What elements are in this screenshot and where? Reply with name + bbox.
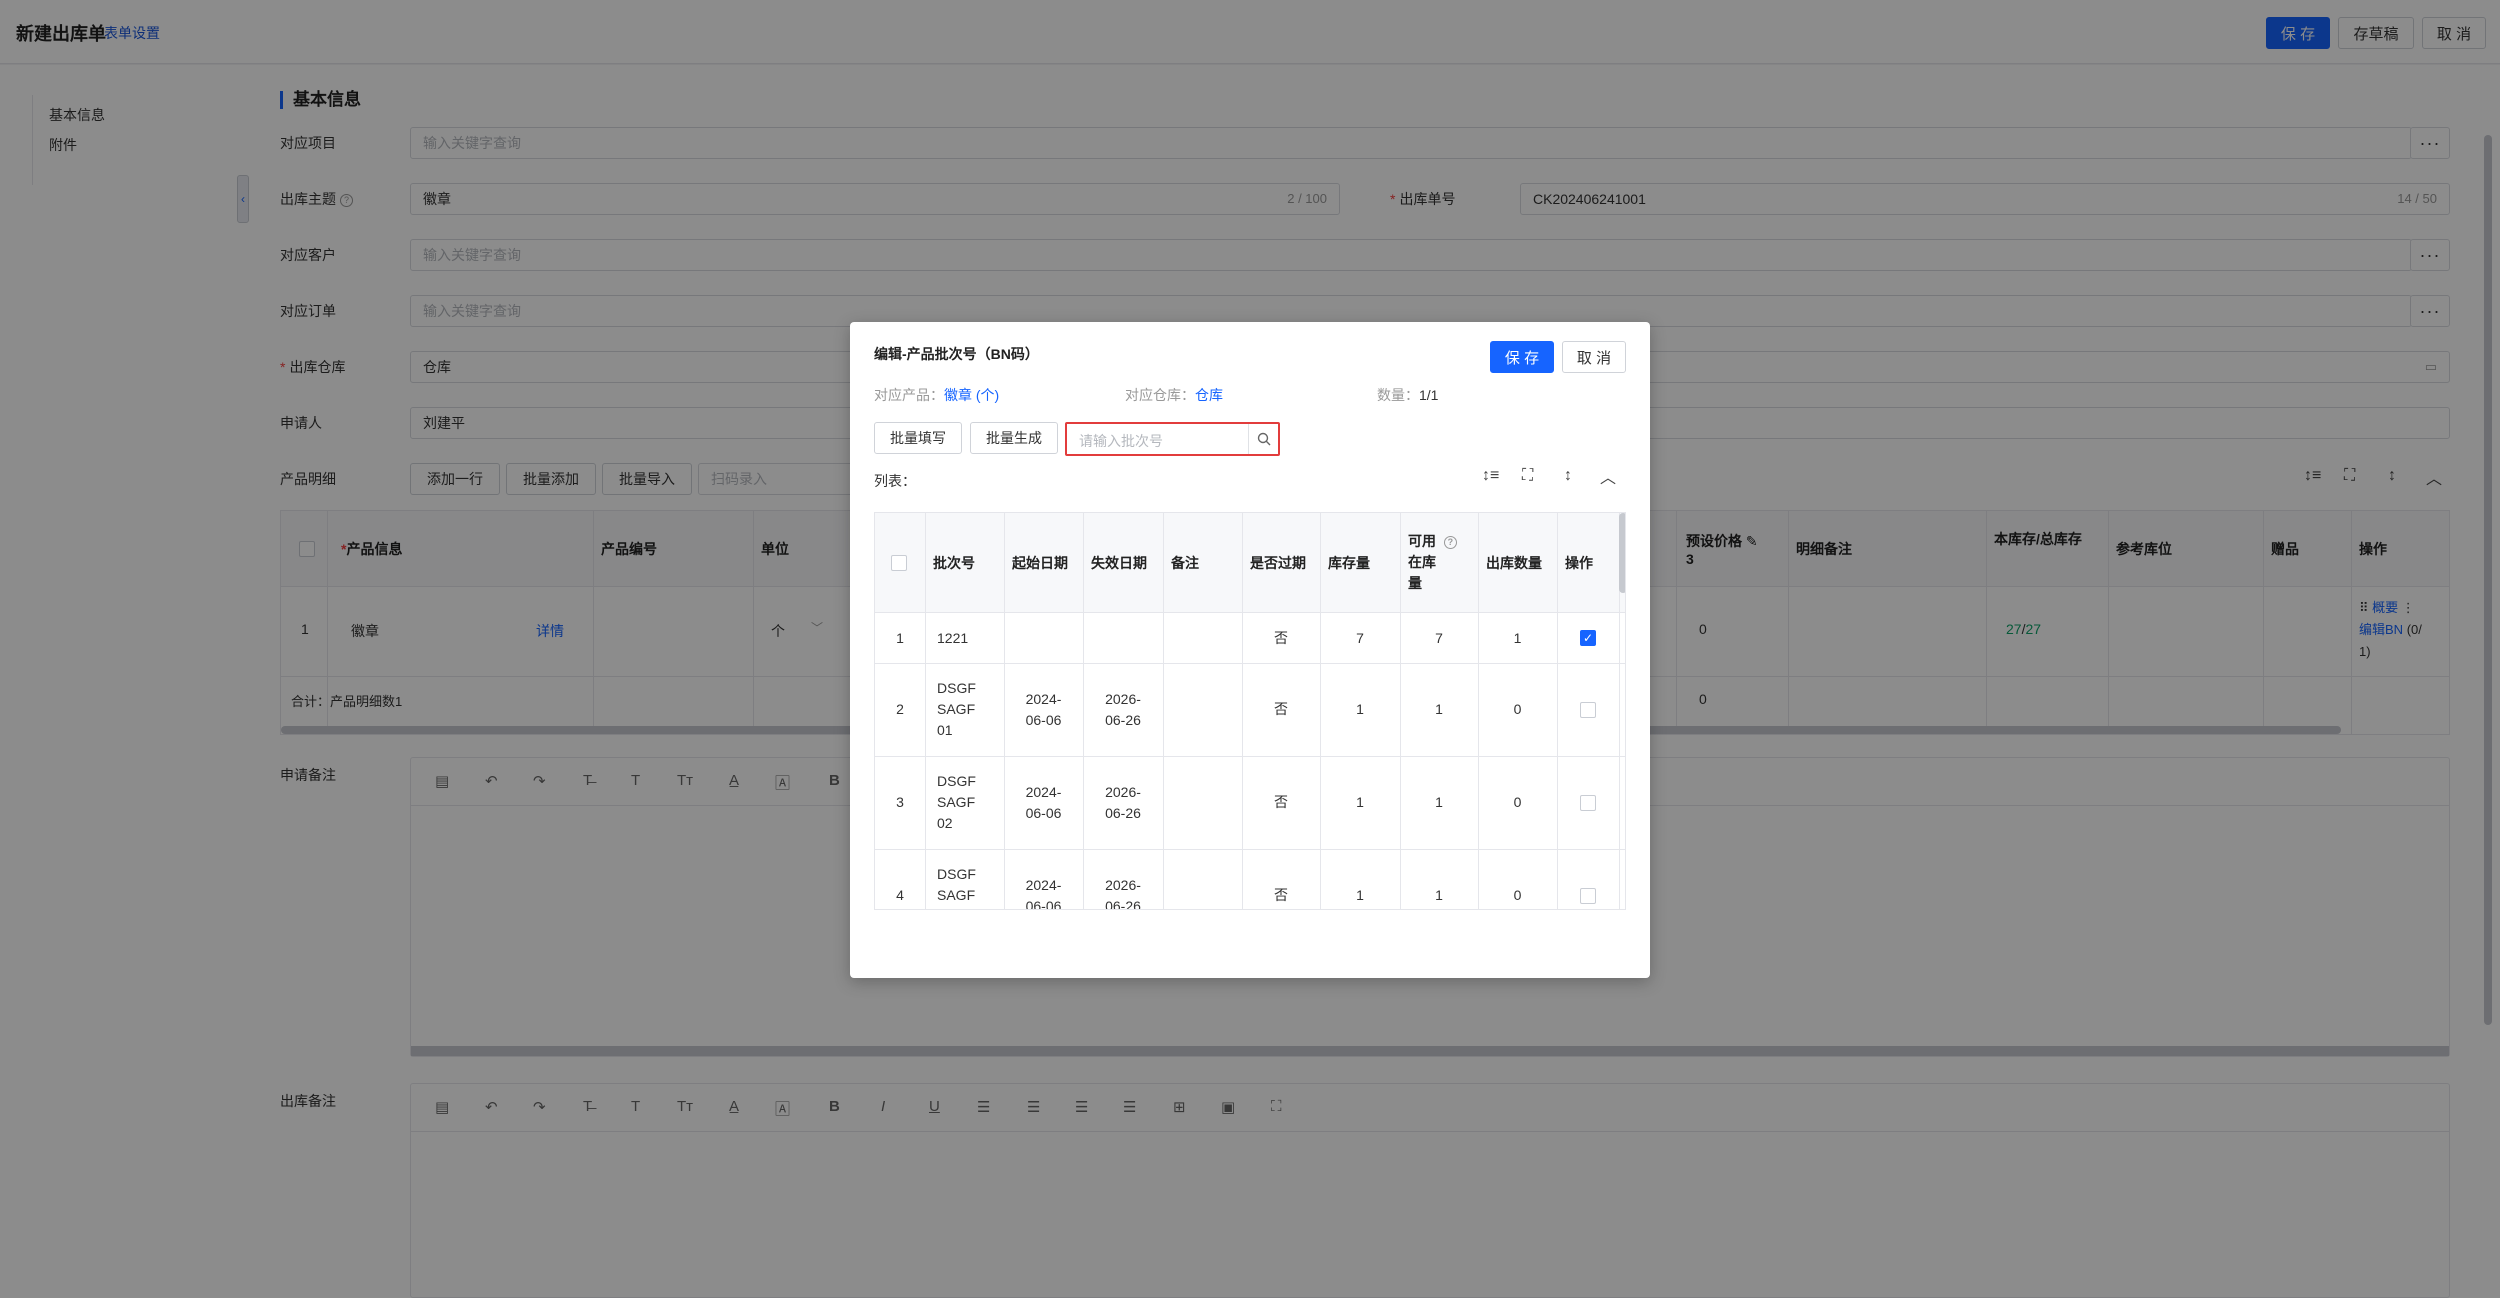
available-value: 1: [1435, 794, 1443, 810]
row-checkbox[interactable]: [1580, 701, 1596, 718]
batch-number-modal: 编辑-产品批次号（BN码） 保 存 取 消 对应产品：徽章 (个) 对应仓库：仓…: [850, 322, 1650, 978]
column-settings-icon[interactable]: ↕: [1564, 467, 1572, 485]
expired-value: 否: [1274, 701, 1288, 717]
col-end-date: 失效日期: [1091, 555, 1147, 571]
start-date: 2024- 06-06: [1025, 783, 1062, 821]
out-quantity-value: 0: [1513, 794, 1522, 810]
col-available: 可用 ? 在库量: [1408, 531, 1457, 594]
batch-table: 批次号 起始日期 失效日期 备注 是否过期 库存量 可用 ? 在库量 出库数量 操…: [874, 512, 1626, 910]
out-quantity-value: 1: [1513, 629, 1522, 646]
batch-number: 1221: [937, 629, 969, 646]
batch-generate-button[interactable]: 批量生成: [970, 422, 1058, 454]
row-index: 3: [896, 794, 904, 810]
batch-fill-button[interactable]: 批量填写: [874, 422, 962, 454]
list-label: 列表：: [874, 473, 916, 489]
expired-value: 否: [1274, 794, 1288, 810]
help-icon: ?: [1443, 536, 1457, 549]
modal-save-button[interactable]: 保 存: [1490, 341, 1554, 373]
out-quantity-value: 0: [1513, 887, 1522, 903]
modal-cancel-button[interactable]: 取 消: [1562, 341, 1626, 373]
available-value: 1: [1435, 701, 1443, 717]
modal-quantity-info: 数量：1/1: [1377, 387, 1439, 403]
end-date: 2026- 06-26: [1105, 783, 1141, 821]
col-action: 操作: [1565, 555, 1593, 571]
col-expired: 是否过期: [1250, 555, 1306, 571]
modal-title: 编辑-产品批次号（BN码）: [874, 346, 1039, 362]
modal-product-info: 对应产品：徽章 (个): [874, 387, 1000, 403]
start-date: 2024- 06-06: [1025, 690, 1062, 728]
available-value: 7: [1435, 629, 1443, 646]
end-date: 2026- 06-26: [1105, 876, 1141, 910]
row-checkbox[interactable]: [1580, 794, 1596, 811]
available-value: 1: [1435, 887, 1443, 903]
col-stock: 库存量: [1328, 555, 1370, 571]
batch-number: DSGF SAGF 02: [937, 773, 976, 831]
fullscreen-icon[interactable]: ⛶: [1522, 467, 1533, 485]
row-index: 4: [896, 887, 904, 903]
start-date: 2024- 06-06: [1025, 876, 1062, 910]
row-index: 2: [896, 701, 904, 717]
row-height-icon[interactable]: ↕≡: [1482, 467, 1499, 485]
end-date: 2026- 06-26: [1105, 690, 1141, 728]
batch-search-input[interactable]: 请输入批次号: [1065, 422, 1280, 456]
batch-number: DSGF SAGF 01: [937, 680, 976, 738]
col-note: 备注: [1171, 555, 1199, 571]
modal-warehouse-info: 对应仓库：仓库: [1125, 387, 1223, 403]
stock-value: 1: [1356, 887, 1364, 903]
collapse-icon[interactable]: ︿: [1600, 464, 1616, 488]
stock-value: 1: [1356, 701, 1364, 717]
col-start-date: 起始日期: [1012, 555, 1068, 571]
col-out-quantity: 出库数量: [1486, 555, 1542, 571]
select-all-checkbox[interactable]: [891, 555, 907, 571]
row-checkbox[interactable]: [1580, 887, 1596, 904]
row-checkbox[interactable]: ✓: [1580, 630, 1596, 646]
expired-value: 否: [1274, 887, 1288, 903]
stock-value: 1: [1356, 794, 1364, 810]
stock-value: 7: [1356, 629, 1364, 646]
col-batch-number: 批次号: [933, 555, 975, 571]
search-icon[interactable]: [1248, 424, 1278, 454]
row-index: 1: [896, 629, 904, 646]
batch-table-scrollbar[interactable]: [1619, 513, 1625, 593]
batch-number: DSGFSAGF03: [937, 866, 976, 909]
expired-value: 否: [1274, 629, 1288, 646]
out-quantity-value: 0: [1513, 701, 1522, 717]
